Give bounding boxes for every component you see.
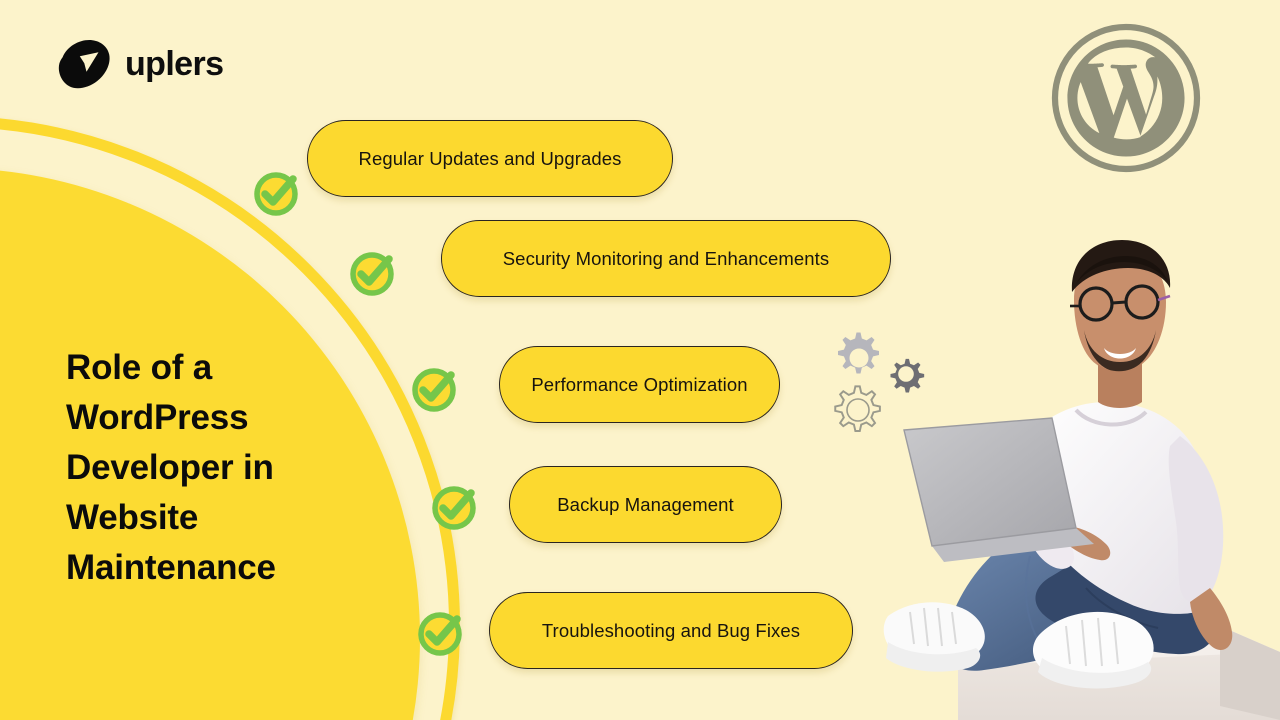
brand-name: uplers <box>125 45 224 83</box>
gear-icon-light <box>838 332 879 374</box>
check-circle-icon-2 <box>348 246 400 298</box>
brand-logo: uplers <box>55 38 224 90</box>
check-circle-icon-1 <box>252 166 304 218</box>
feature-pill-backup-management[interactable]: Backup Management <box>509 466 782 543</box>
man-with-laptop-photo <box>880 196 1280 720</box>
head <box>1070 240 1171 408</box>
check-circle-icon-5 <box>416 606 468 658</box>
feature-pill-regular-updates[interactable]: Regular Updates and Upgrades <box>307 120 673 197</box>
feature-pill-security-monitoring[interactable]: Security Monitoring and Enhancements <box>441 220 891 297</box>
check-circle-icon-4 <box>430 480 482 532</box>
infographic-canvas: uplers Role of a WordPress Developer in … <box>0 0 1280 720</box>
wordpress-logo-icon <box>1050 22 1202 174</box>
uplers-cursor-logo-icon <box>55 38 113 90</box>
feature-pill-troubleshooting[interactable]: Troubleshooting and Bug Fixes <box>489 592 853 669</box>
page-title: Role of a WordPress Developer in Website… <box>66 348 276 588</box>
gear-icon-outline <box>834 385 881 432</box>
feature-pill-performance-optimization[interactable]: Performance Optimization <box>499 346 780 423</box>
check-circle-icon-3 <box>410 362 462 414</box>
